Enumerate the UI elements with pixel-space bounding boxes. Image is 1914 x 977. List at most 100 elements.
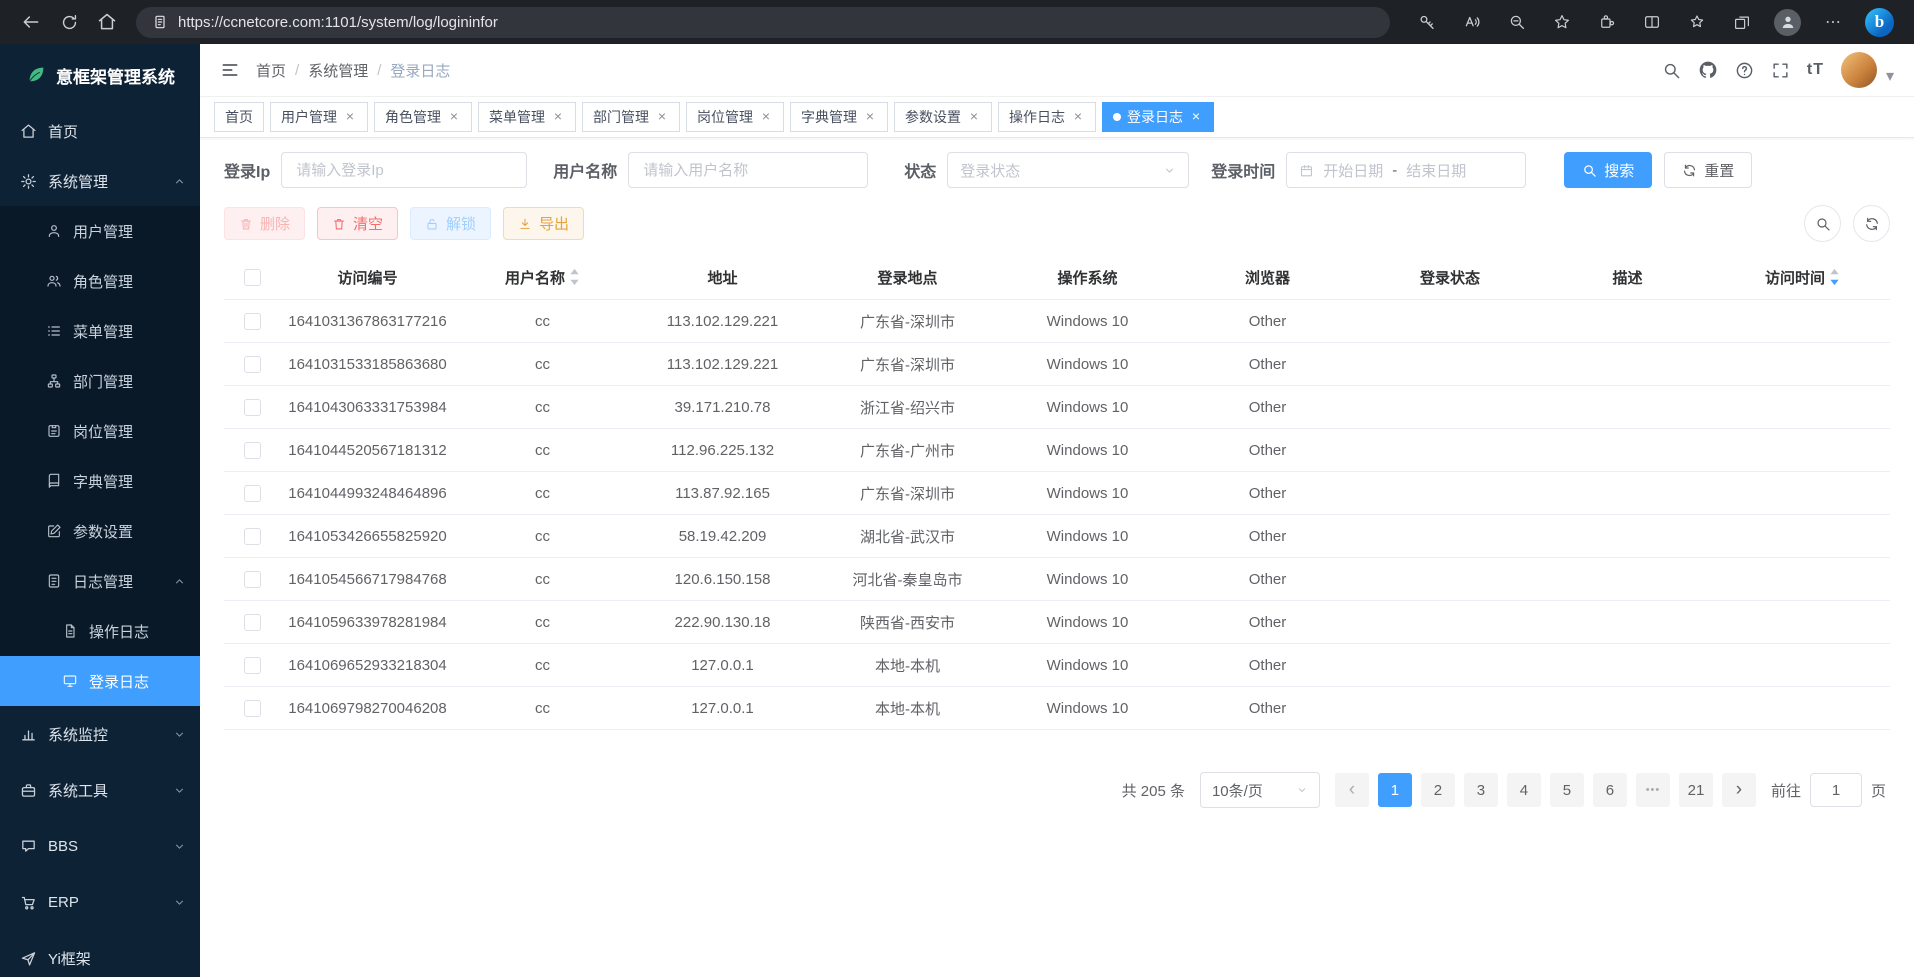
page-button-1[interactable]: 1 [1378,773,1412,807]
row-checkbox[interactable] [244,399,261,416]
more-icon[interactable] [1820,9,1846,35]
split-screen-icon[interactable] [1639,9,1665,35]
sidebar-item-menu-management[interactable]: 菜单管理 [0,306,200,356]
table-row[interactable]: 1641044993248464896 cc 113.87.92.165 广东省… [224,472,1890,515]
table-row[interactable]: 1641043063331753984 cc 39.171.210.78 浙江省… [224,386,1890,429]
github-icon[interactable] [1698,60,1718,80]
search-icon[interactable] [1662,61,1681,80]
bing-icon[interactable]: b [1865,8,1894,37]
unlock-button[interactable]: 解锁 [410,207,491,240]
column-user-name[interactable]: 用户名称 [455,255,630,300]
close-icon[interactable]: × [1189,110,1203,124]
page-info-icon[interactable] [152,14,168,30]
tab-dept-management[interactable]: 部门管理× [582,102,680,132]
goto-page-input[interactable] [1810,773,1862,807]
tab-login-log[interactable]: 登录日志× [1102,102,1214,132]
sidebar-item-yi-framework[interactable]: Yi框架 [0,930,200,977]
table-row[interactable]: 1641053426655825920 cc 58.19.42.209 湖北省-… [224,515,1890,558]
page-button-21[interactable]: 21 [1679,773,1713,807]
help-icon[interactable] [1735,61,1754,80]
sidebar-item-log-management[interactable]: 日志管理 [0,556,200,606]
sort-icon[interactable] [1829,267,1840,287]
user-name-field[interactable] [641,161,855,180]
clear-button[interactable]: 清空 [317,207,398,240]
table-row[interactable]: 1641044520567181312 cc 112.96.225.132 广东… [224,429,1890,472]
sidebar-item-post-management[interactable]: 岗位管理 [0,406,200,456]
table-row[interactable]: 1641059633978281984 cc 222.90.130.18 陕西省… [224,601,1890,644]
tab-home[interactable]: 首页 [214,102,264,132]
close-icon[interactable]: × [759,110,773,124]
more-pages-button[interactable]: ••• [1636,773,1670,807]
sidebar-item-home[interactable]: 首页 [0,106,200,156]
sidebar-fold-icon[interactable] [220,60,240,80]
extensions-icon[interactable] [1594,9,1620,35]
font-size-icon[interactable]: tT [1807,61,1824,79]
page-button-2[interactable]: 2 [1421,773,1455,807]
row-checkbox[interactable] [244,485,261,502]
login-ip-field[interactable] [294,161,514,180]
address-bar[interactable]: https://ccnetcore.com:1101/system/log/lo… [136,7,1390,38]
search-button[interactable]: 搜索 [1564,152,1652,188]
sidebar-item-param-settings[interactable]: 参数设置 [0,506,200,556]
home-icon[interactable] [88,5,126,39]
close-icon[interactable]: × [655,110,669,124]
table-row[interactable]: 1641069652933218304 cc 127.0.0.1 本地-本机 W… [224,644,1890,687]
tab-param-settings[interactable]: 参数设置× [894,102,992,132]
status-select[interactable]: 登录状态 [947,152,1189,188]
date-range-picker[interactable]: 开始日期 - 结束日期 [1286,152,1526,188]
login-ip-input[interactable] [281,152,527,188]
row-checkbox[interactable] [244,313,261,330]
page-button-6[interactable]: 6 [1593,773,1627,807]
collections-icon[interactable] [1729,9,1755,35]
delete-button[interactable]: 删除 [224,207,305,240]
row-checkbox[interactable] [244,657,261,674]
sidebar-item-dept-management[interactable]: 部门管理 [0,356,200,406]
close-icon[interactable]: × [967,110,981,124]
tab-role-management[interactable]: 角色管理× [374,102,472,132]
sidebar-item-role-management[interactable]: 角色管理 [0,256,200,306]
avatar[interactable] [1841,52,1877,88]
breadcrumb-system-management[interactable]: 系统管理 [308,60,368,81]
reset-button[interactable]: 重置 [1664,152,1752,188]
close-icon[interactable]: × [863,110,877,124]
chevron-down-icon[interactable]: ▾ [1886,66,1894,88]
sidebar-item-system-tools[interactable]: 系统工具 [0,762,200,818]
close-icon[interactable]: × [1071,110,1085,124]
table-row[interactable]: 1641069798270046208 cc 127.0.0.1 本地-本机 W… [224,687,1890,730]
export-button[interactable]: 导出 [503,207,584,240]
row-checkbox[interactable] [244,614,261,631]
prev-page-button[interactable]: ‹ [1335,773,1369,807]
sidebar-item-system-management[interactable]: 系统管理 [0,156,200,206]
page-button-4[interactable]: 4 [1507,773,1541,807]
app-logo[interactable]: 意框架管理系统 [0,44,200,106]
tab-user-management[interactable]: 用户管理× [270,102,368,132]
key-icon[interactable] [1414,9,1440,35]
sidebar-item-user-management[interactable]: 用户管理 [0,206,200,256]
close-icon[interactable]: × [447,110,461,124]
table-row[interactable]: 1641031533185863680 cc 113.102.129.221 广… [224,343,1890,386]
next-page-button[interactable]: › [1722,773,1756,807]
row-checkbox[interactable] [244,356,261,373]
tab-post-management[interactable]: 岗位管理× [686,102,784,132]
favorites-icon[interactable] [1549,9,1575,35]
refresh-icon[interactable] [50,5,88,39]
table-row[interactable]: 1641031367863177216 cc 113.102.129.221 广… [224,300,1890,343]
row-checkbox[interactable] [244,442,261,459]
sidebar-item-login-log[interactable]: 登录日志 [0,656,200,706]
sidebar-item-dict-management[interactable]: 字典管理 [0,456,200,506]
page-button-3[interactable]: 3 [1464,773,1498,807]
refresh-table-button[interactable] [1853,205,1890,242]
fullscreen-icon[interactable] [1771,61,1790,80]
profile-icon[interactable] [1774,9,1801,36]
tab-menu-management[interactable]: 菜单管理× [478,102,576,132]
page-button-5[interactable]: 5 [1550,773,1584,807]
tab-operation-log[interactable]: 操作日志× [998,102,1096,132]
sidebar-item-operation-log[interactable]: 操作日志 [0,606,200,656]
row-checkbox[interactable] [244,700,261,717]
row-checkbox[interactable] [244,528,261,545]
column-access-time[interactable]: 访问时间 [1715,255,1890,300]
select-all-checkbox[interactable] [244,269,261,286]
page-size-select[interactable]: 10条/页 [1200,772,1320,808]
read-aloud-icon[interactable] [1459,9,1485,35]
sidebar-item-bbs[interactable]: BBS [0,818,200,874]
